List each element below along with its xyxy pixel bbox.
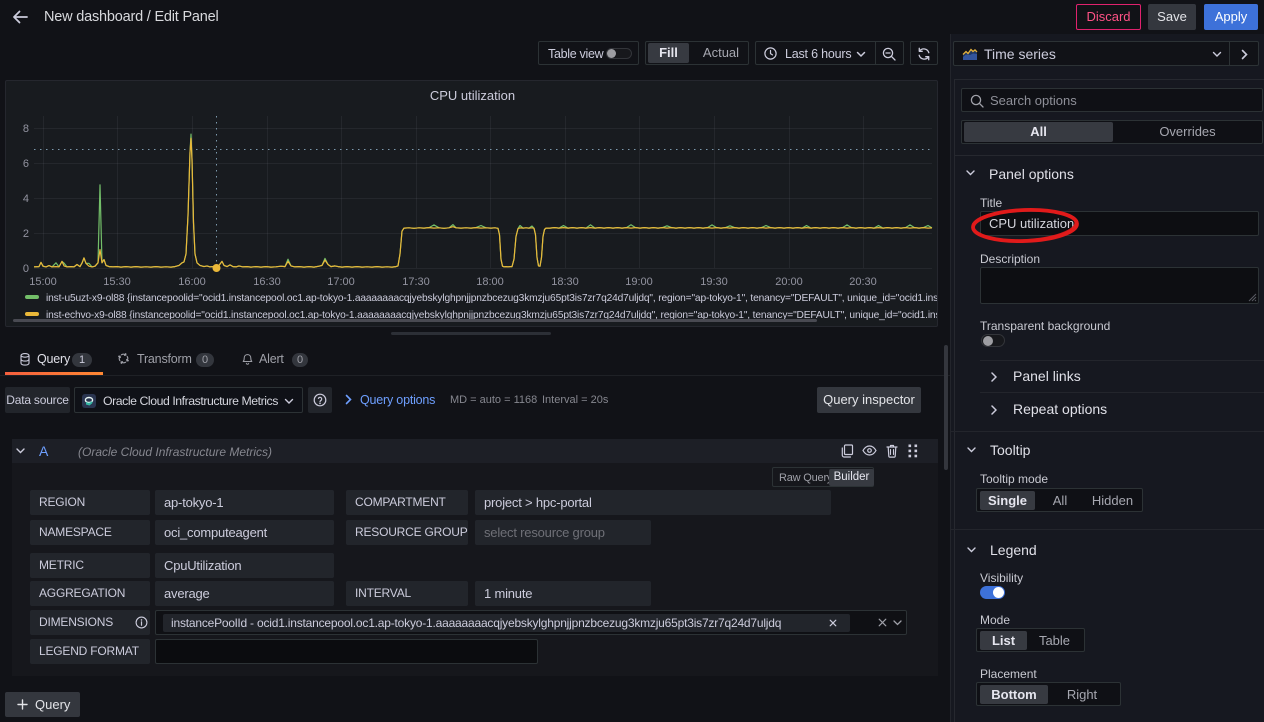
svg-text:18:30: 18:30 [551, 276, 579, 288]
svg-text:19:30: 19:30 [700, 276, 728, 288]
svg-text:15:30: 15:30 [103, 276, 131, 288]
svg-text:8: 8 [23, 123, 29, 135]
svg-text:15:00: 15:00 [29, 276, 57, 288]
svg-text:20:00: 20:00 [775, 276, 803, 288]
svg-text:20:30: 20:30 [849, 276, 877, 288]
svg-text:17:00: 17:00 [327, 276, 355, 288]
svg-text:6: 6 [23, 158, 29, 170]
svg-text:2: 2 [23, 228, 29, 240]
svg-text:19:00: 19:00 [625, 276, 653, 288]
svg-text:0: 0 [23, 263, 29, 275]
svg-text:17:30: 17:30 [402, 276, 430, 288]
svg-text:16:00: 16:00 [178, 276, 206, 288]
svg-text:16:30: 16:30 [253, 276, 281, 288]
svg-text:4: 4 [23, 193, 29, 205]
svg-text:18:00: 18:00 [476, 276, 504, 288]
